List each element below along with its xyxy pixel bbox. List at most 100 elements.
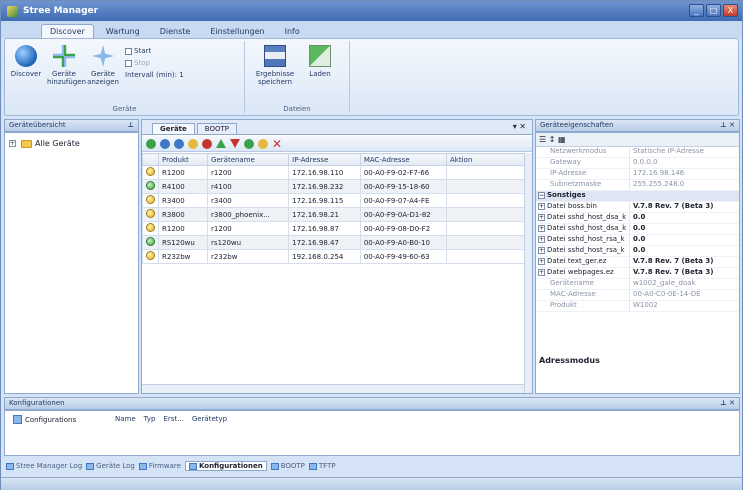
pin-icon[interactable]: ⊥ <box>128 120 134 131</box>
interval-value[interactable]: 1 <box>179 71 183 79</box>
property-row[interactable]: + Datei sshd_host_rsa_k 0.0 <box>536 235 739 246</box>
categorized-icon[interactable]: ☰ <box>539 135 546 144</box>
edit-icon[interactable] <box>258 138 268 149</box>
property-value[interactable]: 0.0 <box>630 224 739 234</box>
add-device-button[interactable]: Geräte hinzufügen <box>47 45 86 86</box>
tree-item-all-devices[interactable]: + Alle Geräte <box>9 139 80 148</box>
property-row[interactable]: + Datei text_ger.ez V.7.8 Rev. 7 (Beta 3) <box>536 257 739 268</box>
tab-bootp[interactable]: BOOTP <box>196 123 237 134</box>
column-header-action[interactable]: Aktion <box>446 153 527 166</box>
property-row[interactable]: Subnetzmaske 255.255.248.0 <box>536 180 739 191</box>
settings-icon[interactable] <box>188 138 198 149</box>
tab-discover[interactable]: Discover <box>41 24 94 38</box>
horizontal-scrollbar[interactable] <box>142 384 524 393</box>
property-row[interactable]: + Datei sshd_host_dsa_k 0.0 <box>536 224 739 235</box>
stop-icon[interactable] <box>202 138 212 149</box>
property-value[interactable]: 00-A0-C0-0E-14-DE <box>630 290 739 300</box>
property-row[interactable]: + Datei webpages.ez V.7.8 Rev. 7 (Beta 3) <box>536 268 739 279</box>
column-header-ip[interactable]: IP-Adresse <box>288 153 361 166</box>
expand-icon[interactable]: + <box>538 269 545 276</box>
tab-manager-log[interactable]: Stree Manager Log <box>6 462 82 470</box>
property-row[interactable]: Produkt W1002 <box>536 301 739 312</box>
vertical-scrollbar[interactable] <box>524 153 532 393</box>
property-value[interactable]: V.7.8 Rev. 7 (Beta 3) <box>630 202 739 212</box>
collapse-icon[interactable]: − <box>538 192 545 199</box>
table-row[interactable]: RS120wu rs120wu 172.16.98.47 00-A0-F9-A0-B0… <box>142 235 527 250</box>
stop-button[interactable]: Stop <box>125 59 150 67</box>
browse-icon[interactable] <box>174 138 184 149</box>
table-row[interactable]: R3800 r3800_phoenix... 172.16.98.21 00-A0-F… <box>142 207 527 222</box>
tab-firmware[interactable]: Firmware <box>138 462 181 470</box>
property-row[interactable]: Gateway 0.0.0.0 <box>536 158 739 169</box>
config-column-device-type[interactable]: Gerätetyp <box>192 415 227 423</box>
configurations-tree-item[interactable]: Configurations <box>13 415 76 424</box>
move-down-icon[interactable] <box>230 139 240 148</box>
property-row[interactable]: + Datei boss.bin V.7.8 Rev. 7 (Beta 3) <box>536 202 739 213</box>
tab-info[interactable]: Info <box>277 25 308 38</box>
alphabetical-icon[interactable]: ↕ <box>549 135 556 144</box>
column-header-name[interactable]: Gerätename <box>207 153 290 166</box>
expand-icon[interactable]: + <box>538 247 545 254</box>
expand-icon[interactable]: + <box>538 236 545 243</box>
start-checkbox[interactable] <box>125 47 132 55</box>
show-devices-button[interactable]: Geräte anzeigen <box>85 45 121 86</box>
connect-icon[interactable] <box>160 138 170 149</box>
table-row[interactable]: R3400 r3400 172.16.98.115 00-A0-F9-07-A4-FE <box>142 193 527 208</box>
table-row[interactable]: R4100 r4100 172.16.98.232 00-A0-F9-15-18-60 <box>142 179 527 194</box>
expand-icon[interactable]: + <box>538 214 545 221</box>
property-row[interactable]: + Datei sshd_host_rsa_k 0.0 <box>536 246 739 257</box>
start-button[interactable]: Start <box>125 47 151 55</box>
property-row[interactable]: Gerätename w1002_gale_doak <box>536 279 739 290</box>
tab-device-log[interactable]: Geräte Log <box>86 462 135 470</box>
tab-wartung[interactable]: Wartung <box>98 25 148 38</box>
property-value[interactable]: 255.255.248.0 <box>630 180 739 190</box>
close-doc-icon[interactable]: ▾ ✕ <box>513 122 526 131</box>
stop-checkbox[interactable] <box>125 59 132 67</box>
table-row[interactable]: R232bw r232bw 192.168.0.254 00-A0-F9-49-60-… <box>142 249 527 264</box>
interval-field[interactable]: Intervall (min): 1 <box>125 71 184 79</box>
pin-close-icon-bottom[interactable]: ⊥ ✕ <box>720 398 735 409</box>
tab-bootp-bottom[interactable]: BOOTP <box>270 462 305 470</box>
property-pages-icon[interactable]: ▦ <box>558 135 566 144</box>
close-button[interactable]: X <box>723 4 738 17</box>
tab-geraete[interactable]: Geräte <box>152 123 195 134</box>
tab-dienste[interactable]: Dienste <box>152 25 199 38</box>
maximize-button[interactable]: □ <box>706 4 721 17</box>
property-value[interactable]: Statische IP-Adresse <box>630 147 739 157</box>
tab-configurations[interactable]: Konfigurationen <box>184 461 267 471</box>
config-column-created[interactable]: Erst... <box>163 415 183 423</box>
property-value[interactable]: 0.0.0.0 <box>630 158 739 168</box>
table-row[interactable]: R1200 r1200 172.16.98.110 00-A0-F9-02-F7-66 <box>142 165 527 180</box>
property-row[interactable]: IP-Adresse 172.16.98.146 <box>536 169 739 180</box>
expand-icon[interactable]: + <box>538 258 545 265</box>
property-value[interactable]: V.7.8 Rev. 7 (Beta 3) <box>630 257 739 267</box>
config-column-type[interactable]: Typ <box>144 415 156 423</box>
tab-einstellungen[interactable]: Einstellungen <box>202 25 272 38</box>
property-value[interactable]: W1002 <box>630 301 739 311</box>
table-row[interactable]: R1200 r1200 172.16.98.87 00-A0-F9-08-D0-F2 <box>142 221 527 236</box>
column-header-product[interactable]: Produkt <box>157 153 209 166</box>
status-column-header[interactable] <box>142 153 159 166</box>
refresh-icon[interactable] <box>146 138 156 149</box>
pin-close-icon[interactable]: ⊥ ✕ <box>720 120 735 131</box>
expand-icon[interactable]: + <box>538 203 545 210</box>
tab-tftp[interactable]: TFTP <box>308 462 336 470</box>
column-header-mac[interactable]: MAC-Adresse <box>359 153 448 166</box>
load-button[interactable]: Laden <box>303 45 337 78</box>
discover-button[interactable]: Discover <box>9 45 43 78</box>
move-up-icon[interactable] <box>216 139 226 148</box>
property-value[interactable]: 0.0 <box>630 213 739 223</box>
property-value[interactable]: w1002_gale_doak <box>630 279 739 289</box>
config-column-name[interactable]: Name <box>115 415 136 423</box>
property-value[interactable]: 172.16.98.146 <box>630 169 739 179</box>
property-value[interactable]: V.7.8 Rev. 7 (Beta 3) <box>630 268 739 278</box>
property-value[interactable]: 0.0 <box>630 246 739 256</box>
property-row[interactable]: MAC-Adresse 00-A0-C0-0E-14-DE <box>536 290 739 301</box>
expand-icon[interactable]: + <box>9 140 16 147</box>
property-row[interactable]: + Datei sshd_host_dsa_k 0.0 <box>536 213 739 224</box>
property-category[interactable]: − Sonstiges <box>536 191 739 202</box>
delete-icon[interactable]: ✕ <box>272 138 282 150</box>
save-results-button[interactable]: Ergebnisse speichern <box>255 45 295 86</box>
reload-icon[interactable] <box>244 138 254 149</box>
expand-icon[interactable]: + <box>538 225 545 232</box>
